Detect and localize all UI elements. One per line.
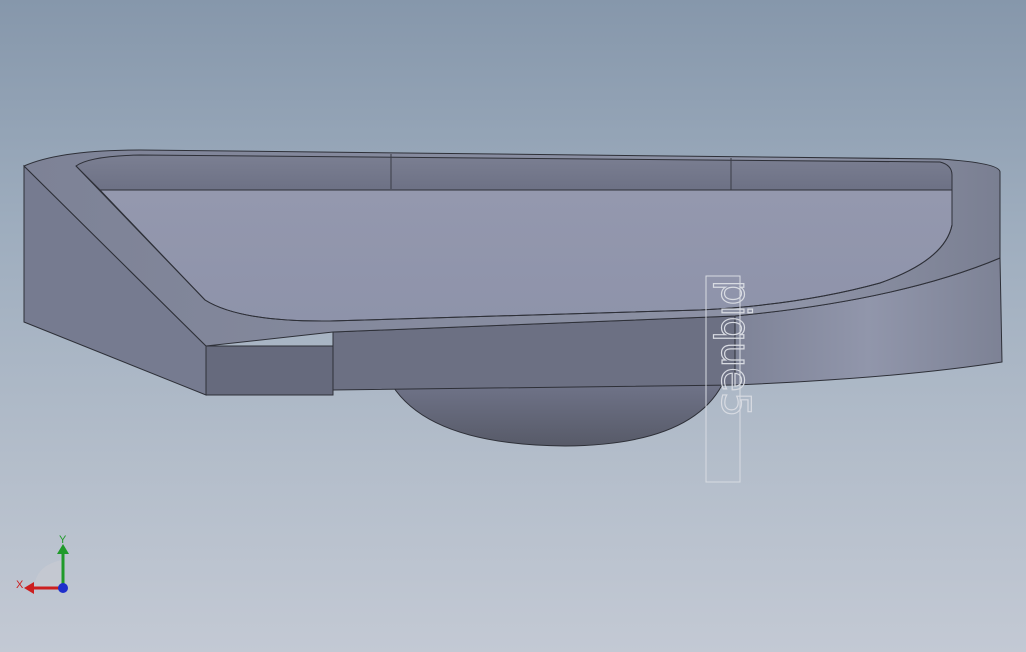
sketch-text: pique5: [712, 280, 758, 417]
sketch-text-group[interactable]: pique5: [705, 275, 759, 483]
graphics-viewport[interactable]: pique5 Y X: [0, 0, 1026, 652]
triad-x-label: X: [16, 579, 24, 591]
triad-z-origin: [58, 583, 68, 593]
triad-base-shape: [34, 560, 62, 588]
dome-feature[interactable]: [391, 384, 723, 447]
triad-x-arrow: [24, 582, 34, 594]
coordinate-triad: Y X: [16, 534, 69, 594]
3d-part-model[interactable]: pique5 Y X: [0, 0, 1026, 652]
front-step-face[interactable]: [205, 345, 334, 396]
triad-y-label: Y: [59, 534, 67, 546]
